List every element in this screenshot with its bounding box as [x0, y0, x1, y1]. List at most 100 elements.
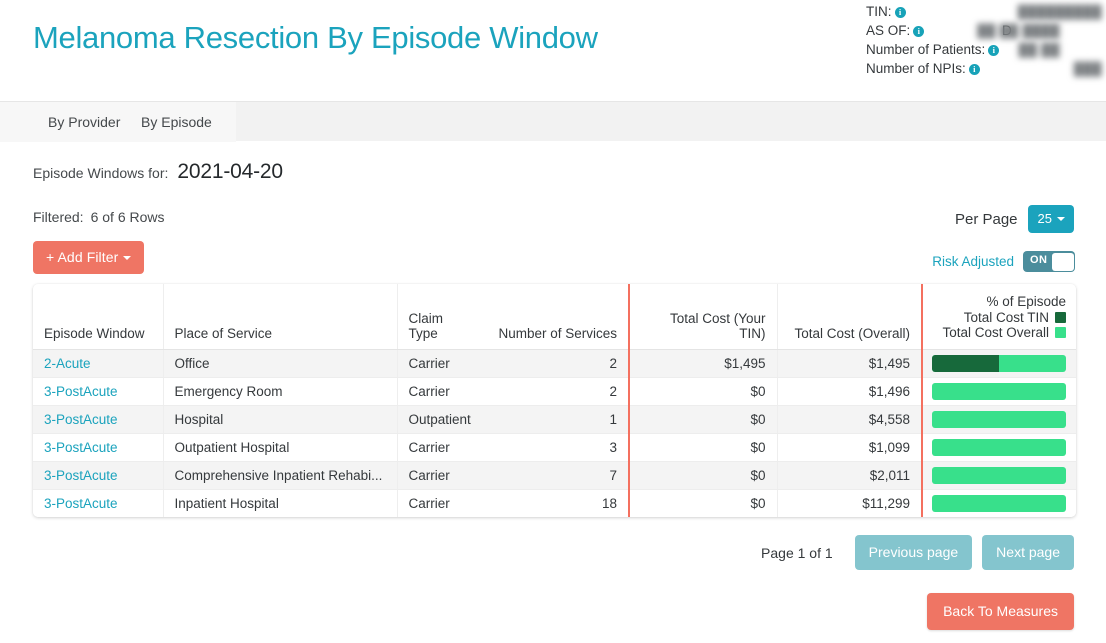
back-to-measures-button[interactable]: Back To Measures	[927, 593, 1074, 630]
per-page-control: Per Page 25	[955, 205, 1074, 233]
cell-total-cost-tin: $0	[628, 461, 777, 490]
meta-label-as-of: AS OF:	[866, 23, 911, 38]
meta-value-as-of: ██ ██ ████	[977, 24, 1060, 38]
column-header-number-of-services[interactable]: Number of Services	[483, 284, 629, 350]
percent-bar-track	[932, 382, 1066, 400]
cell-episode-window: 3-PostAcute	[33, 433, 163, 462]
legend-line-title: % of Episode	[986, 294, 1066, 309]
page-header: Melanoma Resection By Episode Window TIN…	[0, 0, 1106, 96]
column-header-total-cost-tin[interactable]: Total Cost (Your TIN)	[628, 284, 777, 350]
table-row: 3-PostAcute Comprehensive Inpatient Rehab…	[33, 461, 1076, 490]
filtered-count: 6 of 6 Rows	[90, 209, 165, 225]
place-of-service-text: Comprehensive Inpatient Rehabi...	[174, 467, 383, 483]
place-of-service-text: Office	[174, 355, 210, 371]
page-indicator: Page 1 of 1	[761, 544, 833, 561]
add-filter-label: + Add Filter	[46, 249, 119, 265]
cell-total-cost-overall: $1,099	[776, 433, 922, 462]
percent-bar-track	[932, 410, 1066, 428]
place-of-service-text: Inpatient Hospital	[174, 495, 279, 511]
episode-window-link[interactable]: 3-PostAcute	[44, 468, 118, 483]
cell-episode-window: 3-PostAcute	[33, 377, 163, 406]
tab-by-provider[interactable]: By Provider	[38, 102, 130, 142]
place-of-service-text: Emergency Room	[174, 383, 283, 399]
cell-percent-bar	[921, 377, 1076, 406]
risk-adjusted-label: Risk Adjusted	[932, 254, 1014, 269]
percent-bar-track	[932, 354, 1066, 372]
legend-label-overall: Total Cost Overall	[942, 325, 1049, 340]
meta-row-npis: Number of NPIs: i ███	[866, 59, 1106, 78]
cell-episode-window: 2-Acute	[33, 349, 163, 378]
cell-percent-bar	[921, 461, 1076, 490]
episode-table: Episode Window Place of Service Claim Ty…	[33, 284, 1076, 517]
table-header: Episode Window Place of Service Claim Ty…	[33, 284, 1076, 350]
cell-episode-window: 3-PostAcute	[33, 461, 163, 490]
column-header-episode-window[interactable]: Episode Window	[33, 284, 163, 350]
cell-place-of-service: Emergency Room	[162, 377, 397, 406]
column-header-total-cost-overall[interactable]: Total Cost (Overall)	[776, 284, 922, 350]
cell-claim-type: Carrier	[396, 433, 483, 462]
cell-place-of-service: Outpatient Hospital	[162, 433, 397, 462]
cell-total-cost-tin: $0	[628, 377, 777, 406]
pagination: Page 1 of 1 Previous page Next page	[761, 535, 1074, 570]
info-icon[interactable]: i	[913, 26, 925, 37]
info-icon[interactable]: i	[894, 7, 906, 18]
chevron-down-icon	[1057, 217, 1065, 221]
percent-bar-fill-tin	[932, 354, 999, 372]
table-body: 2-Acute Office Carrier 2 $1,495 $1,495 3-PostA…	[33, 349, 1076, 517]
cell-total-cost-tin: $0	[628, 433, 777, 462]
meta-value-npis: ███	[1073, 62, 1102, 76]
episode-table-card: Episode Window Place of Service Claim Ty…	[33, 284, 1076, 517]
cell-episode-window: 3-PostAcute	[33, 405, 163, 434]
next-page-button[interactable]: Next page	[982, 535, 1074, 570]
meta-row-tin: TIN: i █████████	[866, 2, 1106, 21]
cell-total-cost-overall: $1,496	[776, 377, 922, 406]
table-header-row: Episode Window Place of Service Claim Ty…	[33, 284, 1076, 350]
cell-total-cost-overall: $2,011	[776, 461, 922, 490]
previous-page-button[interactable]: Previous page	[854, 535, 973, 570]
cell-claim-type: Carrier	[396, 377, 483, 406]
column-header-place-of-service[interactable]: Place of Service	[162, 284, 397, 350]
meta-row-patients: Number of Patients: i ██ ██	[866, 40, 1106, 59]
episode-window-link[interactable]: 3-PostAcute	[44, 384, 118, 399]
episode-windows-value: 2021-04-20	[177, 160, 283, 183]
toggle-knob	[1051, 252, 1074, 271]
page-title: Melanoma Resection By Episode Window	[33, 20, 598, 55]
column-header-claim-type[interactable]: Claim Type	[396, 284, 483, 350]
cell-number-of-services: 2	[483, 349, 629, 378]
filtered-label: Filtered:	[33, 209, 84, 225]
risk-adjusted-toggle[interactable]: ON	[1023, 251, 1075, 272]
cell-number-of-services: 3	[483, 433, 629, 462]
cell-percent-bar	[921, 349, 1076, 378]
place-of-service-text: Hospital	[174, 411, 224, 427]
cell-place-of-service: Hospital	[162, 405, 397, 434]
cell-percent-bar	[921, 489, 1076, 517]
episode-window-link[interactable]: 3-PostAcute	[44, 412, 118, 427]
episode-window-link[interactable]: 2-Acute	[44, 356, 91, 371]
percent-bar-track	[932, 438, 1066, 456]
per-page-select[interactable]: 25	[1027, 205, 1074, 233]
info-icon[interactable]: i	[968, 64, 980, 75]
percent-bar-track	[932, 494, 1066, 512]
cell-total-cost-tin: $0	[628, 405, 777, 434]
cell-number-of-services: 2	[483, 377, 629, 406]
tab-by-episode[interactable]: By Episode	[131, 102, 222, 142]
episode-window-link[interactable]: 3-PostAcute	[44, 440, 118, 455]
cell-episode-window: 3-PostAcute	[33, 489, 163, 517]
filtered-summary: Filtered: 6 of 6 Rows	[33, 209, 165, 225]
meta-label-tin: TIN:	[866, 4, 892, 19]
info-icon[interactable]: i	[988, 45, 1000, 56]
episode-window-link[interactable]: 3-PostAcute	[44, 496, 118, 511]
add-filter-button[interactable]: + Add Filter	[33, 241, 145, 274]
legend-line-tin: Total Cost TIN	[934, 310, 1066, 326]
cell-total-cost-overall: $11,299	[776, 489, 922, 517]
cell-place-of-service: Comprehensive Inpatient Rehabi...	[162, 461, 397, 490]
column-header-percent-of-episode[interactable]: % of Episode Total Cost TIN Total Cost O…	[921, 284, 1076, 350]
cell-number-of-services: 1	[483, 405, 629, 434]
legend-line-overall: Total Cost Overall	[934, 325, 1066, 341]
risk-adjusted-state: ON	[1030, 254, 1048, 266]
cell-claim-type: Carrier	[396, 489, 483, 517]
table-row: 3-PostAcute Outpatient Hospital Carrier 3 $0…	[33, 433, 1076, 462]
table-row: 3-PostAcute Emergency Room Carrier 2 $0 $1,49…	[33, 377, 1076, 406]
cell-total-cost-overall: $1,495	[776, 349, 922, 378]
meta-value-tin: █████████	[1017, 5, 1102, 19]
